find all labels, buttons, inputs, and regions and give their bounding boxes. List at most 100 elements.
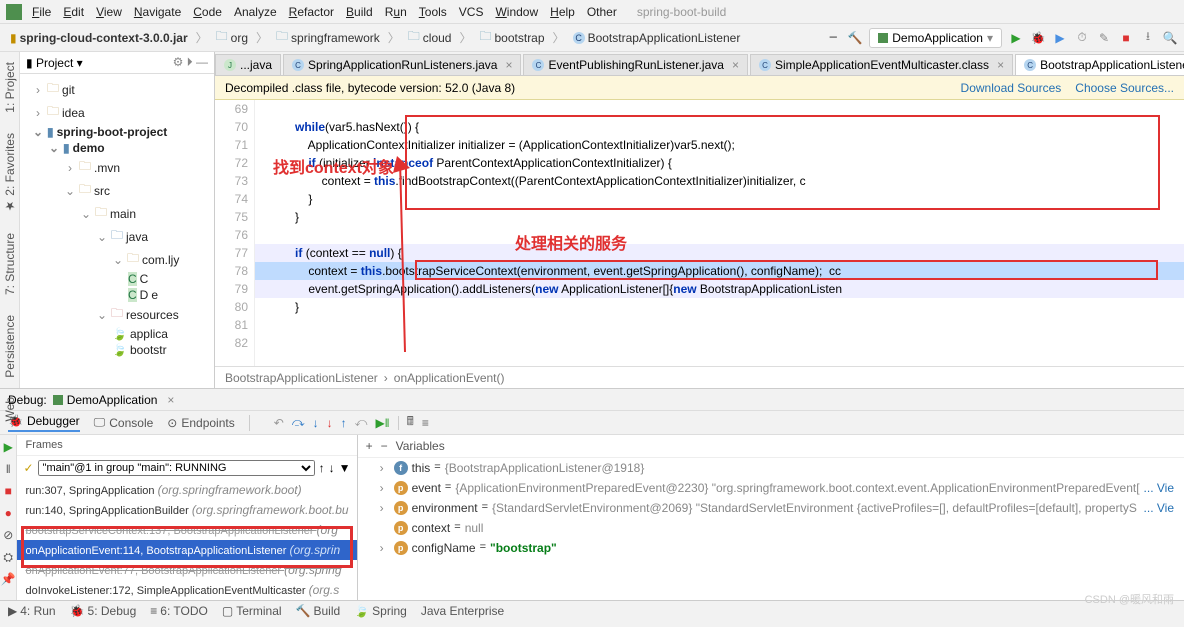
search-icon[interactable]: 🔍 [1162, 30, 1178, 46]
crumb-bootstrap[interactable]: 🗀bootstrap [475, 25, 548, 50]
code-body[interactable]: 6970717273747576777879808182 while(var5.… [215, 100, 1184, 366]
settings-icon[interactable]: ⛭ [0, 549, 16, 565]
resume-icon[interactable]: ▶ [0, 439, 16, 455]
menu-edit[interactable]: Edit [63, 5, 84, 19]
download-sources-link[interactable]: Download Sources [961, 81, 1062, 95]
menu-view[interactable]: View [96, 5, 122, 19]
step-over-icon[interactable]: ⤼ [292, 415, 305, 430]
crumb-method[interactable]: onApplicationEvent() [394, 371, 505, 385]
run-config-dropdown[interactable]: DemoApplication ▾ [869, 28, 1002, 48]
crumb-class[interactable]: CBootstrapApplicationListener [569, 29, 745, 47]
crumb-springframework[interactable]: 🗀springframework [272, 25, 384, 50]
crumb-jar[interactable]: ▮spring-cloud-context-3.0.0.jar [6, 29, 192, 47]
filter-icon[interactable]: ▼ [339, 461, 351, 475]
project-combo[interactable]: ▮ Project ▾ [26, 56, 83, 70]
attach-icon[interactable]: ✎ [1096, 30, 1112, 46]
menu-analyze[interactable]: Analyze [234, 5, 277, 19]
tree-item-main[interactable]: ⌄🗀main [22, 202, 212, 225]
editor-tab-active[interactable]: CBootstrapApplicationListener.class× [1015, 54, 1184, 75]
status-spring[interactable]: 🍃 Spring [354, 604, 407, 618]
tree-item-bootstr[interactable]: 🍃bootstr [22, 342, 212, 358]
tree-settings-icon[interactable]: ⚙ ⏵ — [173, 55, 208, 70]
tool-web[interactable]: Web [3, 397, 17, 421]
menu-build[interactable]: Build [346, 5, 373, 19]
hammer-icon[interactable]: 🔨 [847, 30, 863, 46]
debug-icon[interactable]: 🐞 [1030, 30, 1046, 46]
add-watch-icon[interactable]: + [366, 439, 373, 453]
frame-row[interactable]: run:307, SpringApplication (org.springfr… [17, 480, 356, 500]
pause-icon[interactable]: ‖ [0, 461, 16, 477]
menu-file[interactable]: FFileile [32, 5, 51, 19]
menu-run[interactable]: Run [385, 5, 407, 19]
crumb-cloud[interactable]: 🗀cloud [404, 25, 456, 50]
debug-config[interactable]: DemoApplication [53, 393, 158, 407]
editor-tab[interactable]: CSimpleApplicationEventMulticaster.class… [750, 54, 1013, 75]
frame-row[interactable]: onApplicationEvent:77, BootstrapApplicat… [17, 560, 356, 580]
frame-row[interactable]: onApplicationEvent:114, BootstrapApplica… [17, 540, 356, 560]
tree-item-demo[interactable]: ⌄▮demo [22, 140, 212, 156]
crumb-class[interactable]: BootstrapApplicationListener [225, 371, 378, 385]
tool-project[interactable]: 1: Project [3, 62, 17, 113]
remove-watch-icon[interactable]: − [381, 439, 388, 453]
run-to-cursor-icon[interactable]: ▶‖ [375, 416, 389, 430]
menu-vcs[interactable]: VCS [459, 5, 484, 19]
tree-item-idea[interactable]: ›🗀idea [22, 101, 212, 124]
tree-item-java[interactable]: ⌄🗀java [22, 225, 212, 248]
tree-item-resources[interactable]: ⌄🗀resources [22, 303, 212, 326]
folded-icon[interactable]: 🗕 [825, 30, 841, 46]
tree-item-pkg[interactable]: ⌄🗀com.ljy [22, 248, 212, 271]
close-icon[interactable]: × [997, 58, 1004, 72]
profile-icon[interactable]: ⏱ [1074, 30, 1090, 46]
status-todo[interactable]: ≡ 6: TODO [150, 604, 208, 618]
variable-row[interactable]: ›f this = {BootstrapApplicationListener@… [358, 458, 1184, 478]
menu-navigate[interactable]: Navigate [134, 5, 181, 19]
frame-row[interactable]: run:140, SpringApplicationBuilder (org.s… [17, 500, 356, 520]
tree-item-root[interactable]: ⌄▮spring-boot-project [22, 124, 212, 140]
tree-item-applica[interactable]: 🍃applica [22, 326, 212, 342]
drop-frame-icon[interactable]: ⤺ [355, 415, 368, 430]
editor-tab[interactable]: CEventPublishingRunListener.java× [523, 54, 747, 75]
tab-debugger[interactable]: 🐞 Debugger [8, 414, 80, 432]
coverage-icon[interactable]: ▶ [1052, 30, 1068, 46]
status-debug[interactable]: 🐞 5: Debug [70, 604, 137, 618]
menu-help[interactable]: Help [550, 5, 575, 19]
tab-endpoints[interactable]: ⊙ Endpoints [167, 416, 234, 430]
menu-tools[interactable]: Tools [419, 5, 447, 19]
variable-row[interactable]: ›p event = {ApplicationEnvironmentPrepar… [358, 478, 1184, 498]
status-build[interactable]: 🔨 Build [296, 604, 341, 618]
crumb-org[interactable]: 🗀org [212, 25, 252, 50]
status-run[interactable]: ▶ 4: Run [8, 604, 56, 618]
trace-icon[interactable]: ≡ [422, 416, 429, 430]
tool-persistence[interactable]: Persistence [3, 315, 17, 378]
status-terminal[interactable]: ▢ Terminal [222, 604, 282, 618]
tab-console[interactable]: 🖵 Console [94, 415, 154, 430]
menu-refactor[interactable]: Refactor [289, 5, 334, 19]
menu-code[interactable]: Code [193, 5, 222, 19]
choose-sources-link[interactable]: Choose Sources... [1075, 81, 1174, 95]
step-into-icon[interactable]: ↓ [313, 416, 319, 430]
frame-row[interactable]: bootstrapServiceContext:137, BootstrapAp… [17, 520, 356, 540]
breakpoints-icon[interactable]: ● [0, 505, 16, 521]
code-lines[interactable]: while(var5.hasNext()) { ApplicationConte… [255, 100, 1184, 366]
variable-row[interactable]: ›p environment = {StandardServletEnviron… [358, 498, 1184, 518]
stop-icon[interactable]: ■ [1118, 30, 1134, 46]
run-icon[interactable]: ▶ [1008, 30, 1024, 46]
close-icon[interactable]: × [732, 58, 739, 72]
tool-structure[interactable]: 7: Structure [3, 233, 17, 295]
tree-item-mvn[interactable]: ›🗀.mvn [22, 156, 212, 179]
evaluate-icon[interactable]: 🖩 [407, 412, 414, 433]
force-step-into-icon[interactable]: ↓ [327, 416, 333, 430]
tree-item-d[interactable]: CDe [22, 287, 212, 303]
editor-tab[interactable]: J...java [215, 54, 281, 75]
mute-breakpoints-icon[interactable]: ⊘ [0, 527, 16, 543]
variable-row[interactable]: ›p configName = "bootstrap" [358, 538, 1184, 558]
back-icon[interactable]: ↶ [274, 416, 284, 430]
tool-favorites[interactable]: ★ 2: Favorites [3, 133, 17, 213]
tree-item-src[interactable]: ⌄🗀src [22, 179, 212, 202]
down-icon[interactable]: ↓ [329, 461, 335, 475]
tree-item-c[interactable]: CC [22, 271, 212, 287]
editor-tab[interactable]: CSpringApplicationRunListeners.java× [283, 54, 521, 75]
step-out-icon[interactable]: ↑ [341, 416, 347, 430]
frame-row[interactable]: doInvokeListener:172, SimpleApplicationE… [17, 580, 356, 600]
status-java-enterprise[interactable]: Java Enterprise [421, 604, 504, 618]
